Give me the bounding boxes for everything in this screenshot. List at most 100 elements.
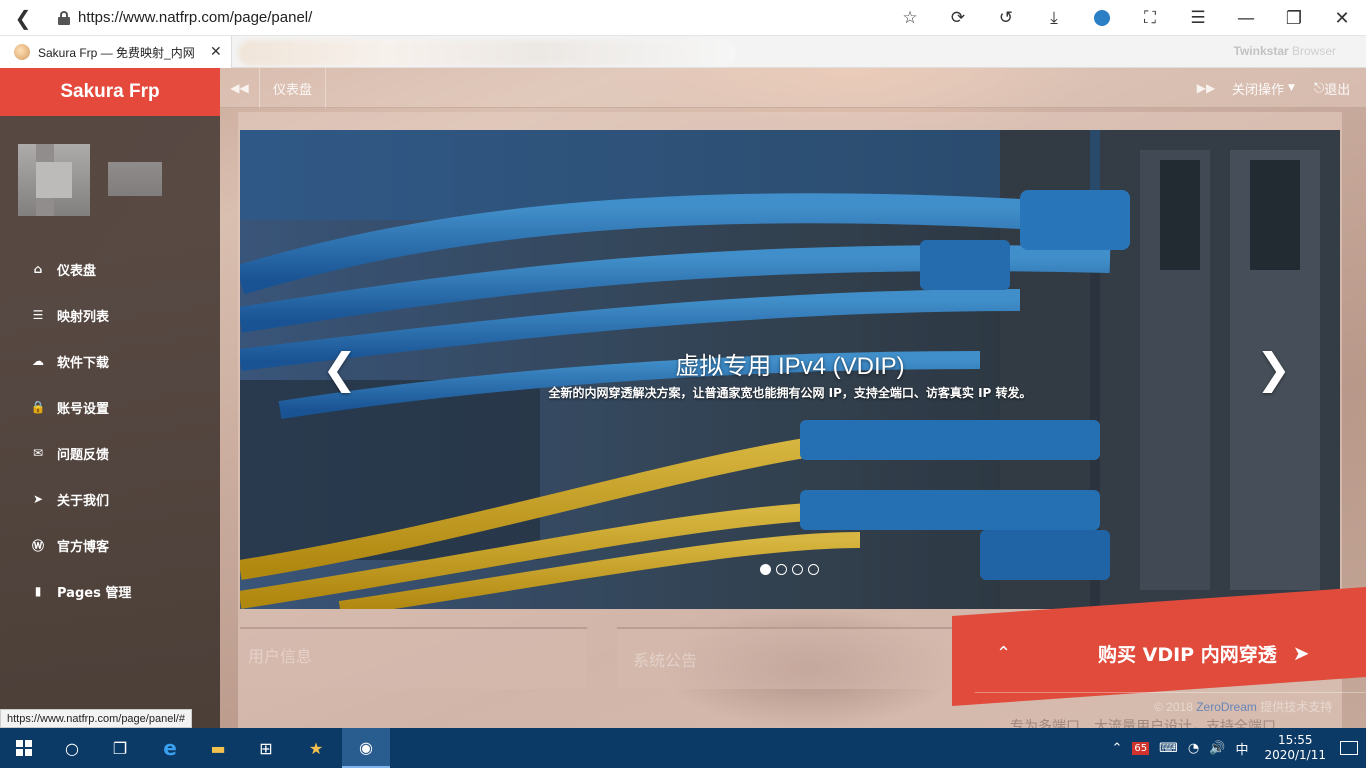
user-avatar (18, 144, 90, 216)
list-icon: ☰ (32, 308, 44, 322)
download-icon[interactable]: ⤓ (1030, 0, 1078, 36)
system-tray: ⌃ 65 ⌨ ◔ 🔊 中 15:55 2020/1/11 (1112, 728, 1366, 768)
network-settings-icon[interactable]: ⌨ (1159, 741, 1178, 756)
sidebar-nav: ⌂ 仪表盘 ☰ 映射列表 ☁ 软件下载 🔒 账号设置 ✉ 问题反馈 ➤ 关于我们 Ⓦ 官方博客 ▮ Pages… (0, 246, 220, 614)
tab-sakura-frp[interactable]: Sakura Frp — 免费映射_内网 ✕ (0, 36, 232, 68)
sidebar-item-3[interactable]: 🔒 账号设置 (0, 384, 220, 430)
footer-company-link[interactable]: ZeroDream (1196, 700, 1257, 714)
home-icon: ⌂ (33, 262, 43, 276)
crop-icon[interactable]: ⛶ (1126, 0, 1174, 36)
tab-title: Sakura Frp — 免费映射_内网 (38, 45, 195, 60)
clock-time: 15:55 (1277, 733, 1313, 747)
restore-button[interactable]: ❐ (1270, 0, 1318, 36)
menu-icon[interactable]: ☰ (1174, 0, 1222, 36)
tab-close-icon[interactable]: ✕ (210, 44, 222, 60)
blurred-tab-region (238, 40, 736, 66)
carousel-dot[interactable] (792, 564, 803, 575)
user-name-blurred (108, 162, 162, 196)
pinned-app[interactable]: ★ (292, 728, 340, 768)
sakura-favicon-icon (14, 44, 30, 60)
tray-badge[interactable]: 65 (1132, 741, 1150, 755)
footer-copyright: © 2018 ZeroDream 提供技术支持 (1154, 700, 1333, 714)
secure-lock-icon (58, 10, 70, 25)
top-nav: ◀◀ 仪表盘 ▶▶ 关闭操作 ▼ ⎋ 退出 (220, 68, 1366, 108)
profile-avatar-icon[interactable] (1078, 0, 1126, 36)
sync-icon[interactable]: ⟳ (934, 0, 982, 36)
sidebar-item-label: 软件下载 (57, 355, 110, 371)
collapse-left-icon[interactable]: ◀◀ (220, 68, 260, 108)
lock-icon: 🔒 (30, 400, 46, 414)
sidebar-item-7[interactable]: ▮ Pages 管理 (0, 568, 220, 614)
caret-down-icon: ▼ (1288, 83, 1295, 93)
start-button[interactable] (0, 728, 48, 768)
buy-vdip-button[interactable]: ⌃ 购买 VDIP 内网穿透 ➤ (958, 628, 1358, 678)
close-window-button[interactable]: ✕ (1318, 0, 1366, 36)
ime-indicator[interactable]: 中 (1235, 739, 1248, 758)
url-input[interactable]: https://www.natfrp.com/page/panel/ (78, 9, 312, 26)
paper-plane-icon: ➤ (32, 492, 44, 506)
user-info-title: 用户信息 (248, 647, 313, 666)
sidebar-item-1[interactable]: ☰ 映射列表 (0, 292, 220, 338)
sidebar-item-5[interactable]: ➤ 关于我们 (0, 476, 220, 522)
search-button[interactable]: ○ (48, 728, 96, 768)
sidebar-item-2[interactable]: ☁ 软件下载 (0, 338, 220, 384)
sidebar-item-label: 仪表盘 (57, 263, 97, 279)
footer-divider (975, 692, 1366, 693)
minimize-button[interactable]: — (1222, 0, 1270, 36)
sidebar-item-6[interactable]: Ⓦ 官方博客 (0, 522, 220, 568)
back-arrow-icon: ❮ (14, 5, 32, 30)
back-button[interactable]: ❮ (0, 0, 46, 36)
carousel-dot[interactable] (808, 564, 819, 575)
sidebar-item-label: 官方博客 (57, 539, 110, 555)
envelope-icon: ✉ (32, 446, 44, 460)
ops-dropdown[interactable]: 关闭操作 ▼ (1232, 68, 1295, 108)
edge-app[interactable]: e (146, 728, 194, 768)
sidebar-item-4[interactable]: ✉ 问题反馈 (0, 430, 220, 476)
volume-icon[interactable]: 🔊 (1209, 741, 1225, 756)
site-logo[interactable]: Sakura Frp (0, 68, 220, 116)
carousel-indicators (760, 564, 824, 575)
bookmark-star-icon[interactable]: ☆ (886, 0, 934, 36)
windows-taskbar: ○ ❐ e ▬ ⊞ ★ ◉ ⌃ 65 ⌨ ◔ 🔊 中 15:55 2020/1/… (0, 728, 1366, 768)
chevron-up-tray-icon[interactable]: ⌃ (1112, 741, 1123, 756)
sidebar-item-label: 账号设置 (57, 401, 110, 417)
cloud-download-icon: ☁ (32, 354, 44, 368)
clock[interactable]: 15:55 2020/1/11 (1264, 733, 1326, 763)
windows-logo-icon (16, 740, 32, 756)
folder-icon: ▬ (210, 738, 226, 758)
sidebar-item-label: 问题反馈 (57, 447, 110, 463)
browser-app-icon: ◉ (359, 737, 373, 757)
address-bar: ❮ https://www.natfrp.com/page/panel/ ☆ ⟳… (0, 0, 1366, 36)
notification-center-icon[interactable] (1340, 741, 1358, 755)
store-app[interactable]: ⊞ (242, 728, 290, 768)
sidebar-item-label: 关于我们 (57, 493, 110, 509)
notice-panel: 系统公告 (617, 627, 987, 689)
user-info-panel: 用户信息 (240, 627, 587, 689)
carousel-dot[interactable] (776, 564, 787, 575)
carousel-title: 虚拟专用 IPv4 (VDIP) (675, 353, 905, 380)
star-app-icon: ★ (308, 738, 324, 758)
clock-date: 2020/1/11 (1264, 748, 1326, 762)
logout-icon: ⎋ (1314, 80, 1325, 96)
logout-button[interactable]: ⎋ 退出 (1314, 68, 1350, 108)
file-icon: ▮ (34, 584, 42, 598)
undo-icon[interactable]: ↺ (982, 0, 1030, 36)
store-bag-icon: ⊞ (259, 738, 273, 758)
wifi-icon[interactable]: ◔ (1188, 741, 1199, 756)
file-explorer-app[interactable]: ▬ (194, 728, 242, 768)
paper-plane-icon: ➤ (1292, 641, 1310, 665)
collapse-right-icon[interactable]: ▶▶ (1190, 68, 1222, 108)
carousel-dot[interactable] (760, 564, 771, 575)
status-bar-url: https://www.natfrp.com/page/panel/# (0, 709, 192, 728)
twinkstar-browser-app[interactable]: ◉ (342, 728, 390, 768)
carousel-subtitle: 全新的内网穿透解决方案，让普通家宽也能拥有公网 IP，支持全端口、访客真实 IP… (548, 386, 1032, 400)
chevron-up-icon[interactable]: ⌃ (996, 643, 1026, 664)
task-view-button[interactable]: ❐ (96, 728, 144, 768)
sidebar-item-label: Pages 管理 (57, 585, 132, 601)
buy-vdip-label: 购买 VDIP 内网穿透 (1098, 643, 1277, 666)
sidebar: Sakura Frp ⌂ 仪表盘 ☰ 映射列表 ☁ 软件下载 🔒 账号设置 ✉ 问题反馈 ➤ 关于我们… (0, 68, 220, 728)
tab-bar: Sakura Frp — 免费映射_内网 ✕ Twinkstar Browser (0, 36, 1366, 68)
sidebar-item-label: 映射列表 (57, 309, 110, 325)
breadcrumb[interactable]: 仪表盘 (260, 68, 326, 108)
sidebar-item-0[interactable]: ⌂ 仪表盘 (0, 246, 220, 292)
